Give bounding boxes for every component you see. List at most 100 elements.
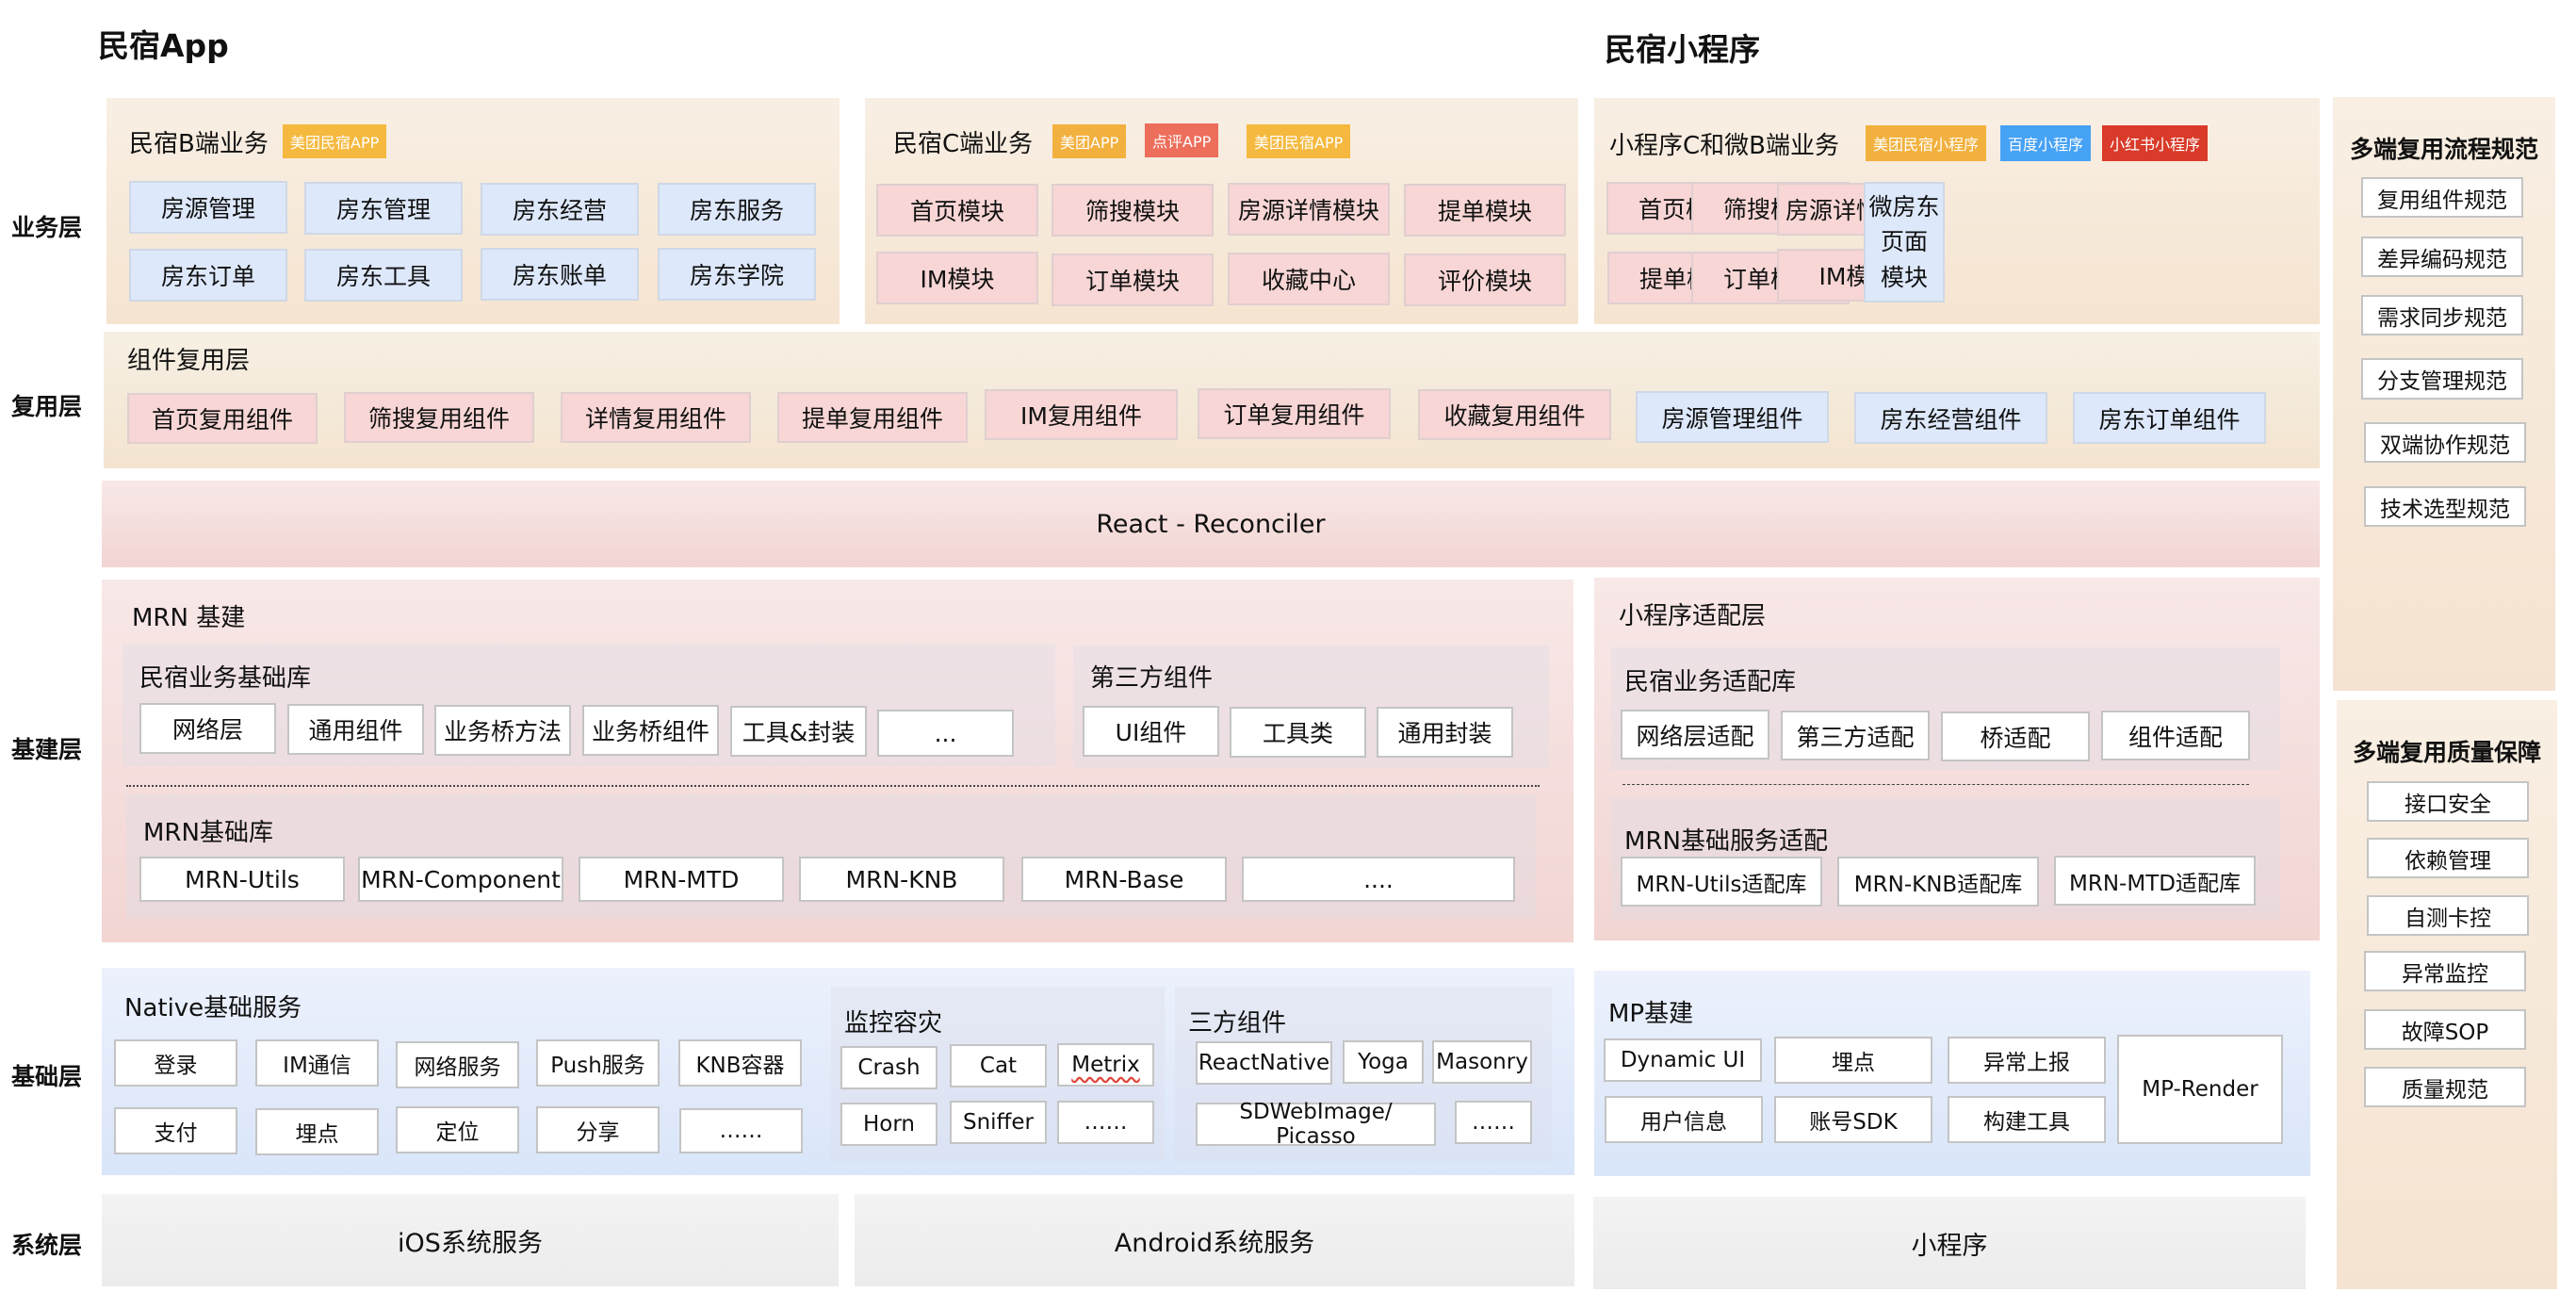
biz-lib-item-more[interactable]: ... bbox=[877, 710, 1014, 757]
quality-item[interactable]: 故障SOP bbox=[2364, 1009, 2526, 1050]
monitoring-item[interactable]: Crash bbox=[840, 1046, 937, 1089]
mp-base-item[interactable]: 用户信息 bbox=[1605, 1096, 1763, 1143]
biz-adapter-item[interactable]: 网络层适配 bbox=[1621, 710, 1769, 760]
native-service-item[interactable]: Push服务 bbox=[536, 1039, 660, 1087]
monitoring-item[interactable]: Horn bbox=[840, 1103, 937, 1146]
reuse-component[interactable]: 首页复用组件 bbox=[127, 393, 318, 444]
monitoring-panel: 监控容灾 Crash Cat Metrix Horn Sniffer …… bbox=[831, 987, 1165, 1161]
b-end-item[interactable]: 房东工具 bbox=[304, 249, 463, 302]
mrn-base-item[interactable]: MRN-Utils bbox=[139, 857, 345, 902]
monitoring-item[interactable]: Metrix bbox=[1057, 1043, 1154, 1087]
monitoring-item[interactable]: Cat bbox=[950, 1044, 1047, 1087]
native-third-party-item[interactable]: ReactNative bbox=[1196, 1041, 1332, 1085]
c-end-item[interactable]: 收藏中心 bbox=[1228, 253, 1390, 305]
native-service-item[interactable]: IM通信 bbox=[255, 1039, 379, 1087]
third-party-item[interactable]: UI组件 bbox=[1083, 706, 1219, 757]
mp-base-item[interactable]: 账号SDK bbox=[1774, 1096, 1932, 1143]
mrn-base-item-more[interactable]: .... bbox=[1242, 857, 1515, 902]
reuse-component-landlord[interactable]: 房东经营组件 bbox=[1854, 392, 2047, 444]
mini-program-title: 民宿小程序 bbox=[1605, 31, 1760, 68]
biz-adapter-item[interactable]: 桥适配 bbox=[1941, 711, 2090, 761]
native-service-item[interactable]: 支付 bbox=[114, 1107, 237, 1154]
mp-adapter-title: 小程序适配层 bbox=[1619, 602, 1767, 630]
mp-base-item[interactable]: Dynamic UI bbox=[1604, 1038, 1762, 1082]
mp-base-item[interactable]: 埋点 bbox=[1774, 1037, 1932, 1084]
c-end-item[interactable]: 房源详情模块 bbox=[1228, 183, 1390, 236]
c-end-item[interactable]: 评价模块 bbox=[1404, 253, 1566, 306]
mrn-base-item[interactable]: MRN-Component bbox=[358, 857, 563, 902]
native-third-party-item[interactable]: Masonry bbox=[1432, 1040, 1532, 1084]
reuse-component[interactable]: 筛搜复用组件 bbox=[344, 392, 534, 443]
native-service-item-more[interactable]: …… bbox=[679, 1108, 803, 1153]
micro-landlord-page-module[interactable]: 微房东页面 模块 bbox=[1864, 182, 1945, 302]
homestay-biz-lib-panel: 民宿业务基础库 网络层 通用组件 业务桥方法 业务桥组件 工具&封装 ... bbox=[122, 644, 1055, 766]
reuse-layer-title: 组件复用层 bbox=[127, 347, 251, 375]
reuse-component[interactable]: 详情复用组件 bbox=[561, 392, 751, 443]
biz-lib-item[interactable]: 网络层 bbox=[139, 703, 276, 754]
native-service-item[interactable]: KNB容器 bbox=[678, 1039, 802, 1087]
biz-lib-item[interactable]: 工具&封装 bbox=[730, 706, 867, 757]
b-end-item[interactable]: 房东经营 bbox=[481, 183, 639, 236]
mrn-base-item[interactable]: MRN-Base bbox=[1021, 857, 1227, 902]
process-standard-item[interactable]: 技术选型规范 bbox=[2364, 486, 2526, 527]
monitoring-item-more[interactable]: …… bbox=[1057, 1101, 1154, 1144]
process-standard-item[interactable]: 需求同步规范 bbox=[2361, 295, 2523, 335]
mrn-infra-title: MRN 基建 bbox=[132, 604, 246, 632]
mini-program-business-panel: 小程序C和微B端业务 美团民宿小程序 百度小程序 小红书小程序 首页模块 筛搜模… bbox=[1594, 98, 2320, 324]
c-end-item[interactable]: 筛搜模块 bbox=[1052, 184, 1214, 237]
native-third-party-item-more[interactable]: …… bbox=[1455, 1101, 1532, 1144]
native-service-item[interactable]: 分享 bbox=[536, 1106, 660, 1153]
reuse-component[interactable]: 订单复用组件 bbox=[1198, 388, 1391, 439]
quality-item[interactable]: 自测卡控 bbox=[2367, 895, 2529, 936]
b-end-item[interactable]: 房源管理 bbox=[129, 181, 287, 234]
quality-item[interactable]: 质量规范 bbox=[2364, 1067, 2526, 1107]
native-third-party-item[interactable]: Yoga bbox=[1343, 1040, 1424, 1084]
reuse-component-landlord[interactable]: 房源管理组件 bbox=[1636, 391, 1829, 443]
c-end-item[interactable]: 订单模块 bbox=[1052, 253, 1214, 306]
third-party-item[interactable]: 通用封装 bbox=[1377, 707, 1513, 758]
quality-item[interactable]: 异常监控 bbox=[2364, 951, 2526, 991]
process-standard-item[interactable]: 分支管理规范 bbox=[2361, 358, 2523, 400]
c-end-item[interactable]: 提单模块 bbox=[1404, 184, 1566, 237]
mp-render[interactable]: MP-Render bbox=[2117, 1035, 2283, 1144]
quality-item[interactable]: 依赖管理 bbox=[2367, 838, 2529, 878]
native-service-item[interactable]: 埋点 bbox=[255, 1108, 379, 1155]
mrn-adapter-item[interactable]: MRN-KNB适配库 bbox=[1837, 857, 2039, 907]
monitoring-item[interactable]: Sniffer bbox=[950, 1101, 1047, 1144]
third-party-item[interactable]: 工具类 bbox=[1230, 707, 1366, 758]
c-end-item[interactable]: IM模块 bbox=[876, 252, 1038, 304]
biz-lib-item[interactable]: 业务桥方法 bbox=[434, 705, 571, 756]
reuse-component[interactable]: IM复用组件 bbox=[985, 389, 1178, 440]
b-end-item[interactable]: 房东订单 bbox=[129, 249, 287, 302]
b-end-item[interactable]: 房东学院 bbox=[658, 248, 816, 301]
metrix-label: Metrix bbox=[1071, 1053, 1140, 1077]
mrn-adapter-item[interactable]: MRN-Utils适配库 bbox=[1621, 857, 1822, 907]
mp-base-item[interactable]: 异常上报 bbox=[1948, 1037, 2106, 1084]
mp-base-title: MP基建 bbox=[1608, 1000, 1694, 1028]
process-standard-item[interactable]: 双端协作规范 bbox=[2364, 422, 2526, 463]
b-end-item[interactable]: 房东管理 bbox=[304, 182, 463, 235]
c-end-item[interactable]: 首页模块 bbox=[876, 184, 1038, 237]
reuse-component-landlord[interactable]: 房东订单组件 bbox=[2073, 392, 2266, 444]
b-end-item[interactable]: 房东账单 bbox=[481, 248, 639, 301]
native-third-party-item[interactable]: SDWebImage/ Picasso bbox=[1196, 1100, 1436, 1149]
native-service-item[interactable]: 登录 bbox=[114, 1039, 237, 1087]
reuse-component[interactable]: 收藏复用组件 bbox=[1418, 389, 1611, 440]
mrn-base-lib-title: MRN基础库 bbox=[143, 819, 273, 847]
native-service-item[interactable]: 网络服务 bbox=[396, 1041, 519, 1088]
mrn-adapter-item[interactable]: MRN-MTD适配库 bbox=[2054, 856, 2256, 906]
quality-item[interactable]: 接口安全 bbox=[2367, 781, 2529, 822]
native-service-item[interactable]: 定位 bbox=[396, 1106, 519, 1153]
b-end-item[interactable]: 房东服务 bbox=[658, 183, 816, 236]
biz-lib-item[interactable]: 通用组件 bbox=[287, 704, 424, 755]
mrn-base-item[interactable]: MRN-KNB bbox=[799, 857, 1004, 902]
biz-lib-item[interactable]: 业务桥组件 bbox=[582, 705, 719, 756]
biz-adapter-item[interactable]: 第三方适配 bbox=[1781, 711, 1930, 760]
quality-assurance-panel: 多端复用质量保障 接口安全 依赖管理 自测卡控 异常监控 故障SOP 质量规范 bbox=[2337, 700, 2557, 1289]
biz-adapter-item[interactable]: 组件适配 bbox=[2101, 711, 2250, 760]
reuse-component[interactable]: 提单复用组件 bbox=[777, 392, 968, 443]
process-standard-item[interactable]: 复用组件规范 bbox=[2361, 177, 2523, 218]
mrn-base-item[interactable]: MRN-MTD bbox=[579, 857, 784, 902]
mp-base-item[interactable]: 构建工具 bbox=[1948, 1096, 2106, 1143]
process-standard-item[interactable]: 差异编码规范 bbox=[2361, 237, 2523, 277]
